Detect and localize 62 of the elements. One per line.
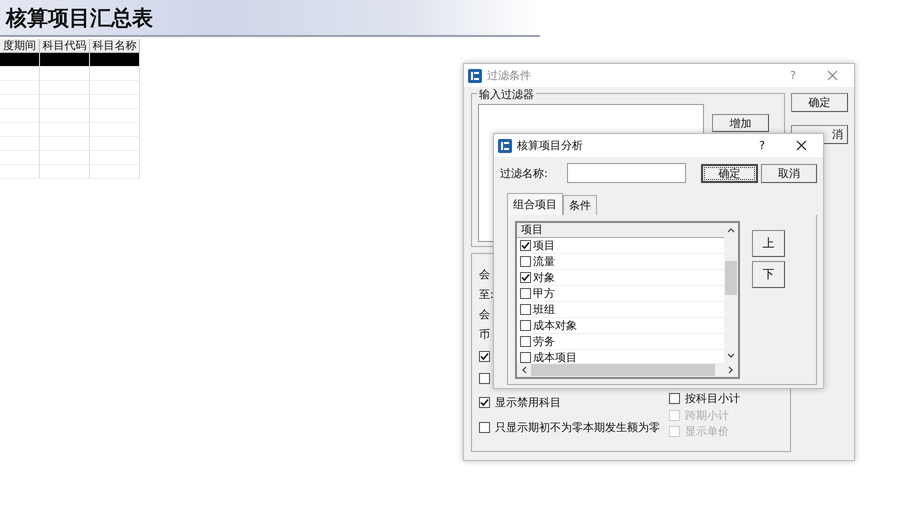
checkbox[interactable] xyxy=(520,352,531,363)
window-title: 过滤条件 xyxy=(487,68,532,83)
scroll-down-icon[interactable] xyxy=(727,353,735,359)
column-header[interactable]: 度期间 xyxy=(0,39,40,53)
scroll-right-icon[interactable] xyxy=(728,366,734,374)
scroll-thumb[interactable] xyxy=(725,261,737,295)
group-label: 输入过滤器 xyxy=(477,87,536,102)
help-button[interactable]: ? xyxy=(759,139,765,152)
dialog-button[interactable]: 确定 xyxy=(791,93,848,112)
option-label: 跨期小计 xyxy=(685,408,729,422)
close-icon[interactable] xyxy=(796,140,807,151)
field-label: 币 xyxy=(479,327,490,343)
item-label: 成本对象 xyxy=(533,318,577,333)
move-button[interactable]: 上 xyxy=(752,230,785,257)
checkbox[interactable] xyxy=(479,373,490,384)
checkbox[interactable] xyxy=(520,288,531,299)
option-label: 显示禁用科目 xyxy=(495,394,561,410)
item-label: 对象 xyxy=(533,270,555,285)
scroll-left-icon[interactable] xyxy=(521,366,527,374)
filter-name-field[interactable] xyxy=(567,163,686,183)
field-label: 至: xyxy=(479,287,494,303)
checkbox[interactable] xyxy=(520,304,531,315)
dialog-button[interactable]: 取消 xyxy=(760,164,817,182)
item-label: 流量 xyxy=(533,254,555,269)
scroll-up-icon[interactable] xyxy=(727,227,735,233)
move-button[interactable]: 下 xyxy=(752,261,785,288)
item-label: 甲方 xyxy=(533,286,555,301)
checkbox[interactable] xyxy=(479,422,490,433)
table-row[interactable] xyxy=(0,53,140,67)
field-label: 会 xyxy=(479,267,490,283)
option-label: 显示单价 xyxy=(685,424,729,440)
report-title: 核算项目汇总表 xyxy=(6,4,153,32)
option-label: 只显示期初不为零本期发生额为零 xyxy=(495,420,660,435)
horizontal-scrollbar[interactable] xyxy=(517,363,738,377)
app-logo-icon xyxy=(498,138,512,152)
tab[interactable]: 条件 xyxy=(563,195,597,215)
field-label: 会 xyxy=(479,307,490,323)
option-label: 按科目小计 xyxy=(685,390,740,406)
field-label: 过滤名称: xyxy=(500,166,549,180)
item-label: 劳务 xyxy=(533,334,555,349)
item-label: 项目 xyxy=(533,238,555,253)
checkbox[interactable] xyxy=(479,350,490,362)
app-logo-icon xyxy=(468,68,482,82)
checkbox[interactable] xyxy=(669,392,680,404)
column-header[interactable]: 科目代码 xyxy=(40,39,90,53)
item-label: 成本项目 xyxy=(533,350,577,363)
checkbox[interactable] xyxy=(479,396,490,408)
tab[interactable]: 组合项目 xyxy=(507,193,563,215)
window-title: 核算项目分析 xyxy=(517,138,584,153)
checkbox[interactable] xyxy=(520,320,531,331)
checkbox[interactable] xyxy=(520,272,531,283)
scroll-thumb[interactable] xyxy=(531,364,715,376)
checkbox[interactable] xyxy=(520,256,531,267)
list-header[interactable]: 项目 xyxy=(517,223,724,238)
checkbox[interactable] xyxy=(520,240,531,251)
column-header[interactable]: 科目名称 xyxy=(90,39,140,53)
checkbox[interactable] xyxy=(520,336,531,347)
help-button[interactable]: ? xyxy=(790,69,796,82)
dialog-button[interactable]: 确定 xyxy=(701,164,758,182)
item-label: 班组 xyxy=(533,302,555,317)
vertical-scrollbar[interactable] xyxy=(724,223,738,363)
add-button[interactable]: 增加 xyxy=(712,114,769,132)
